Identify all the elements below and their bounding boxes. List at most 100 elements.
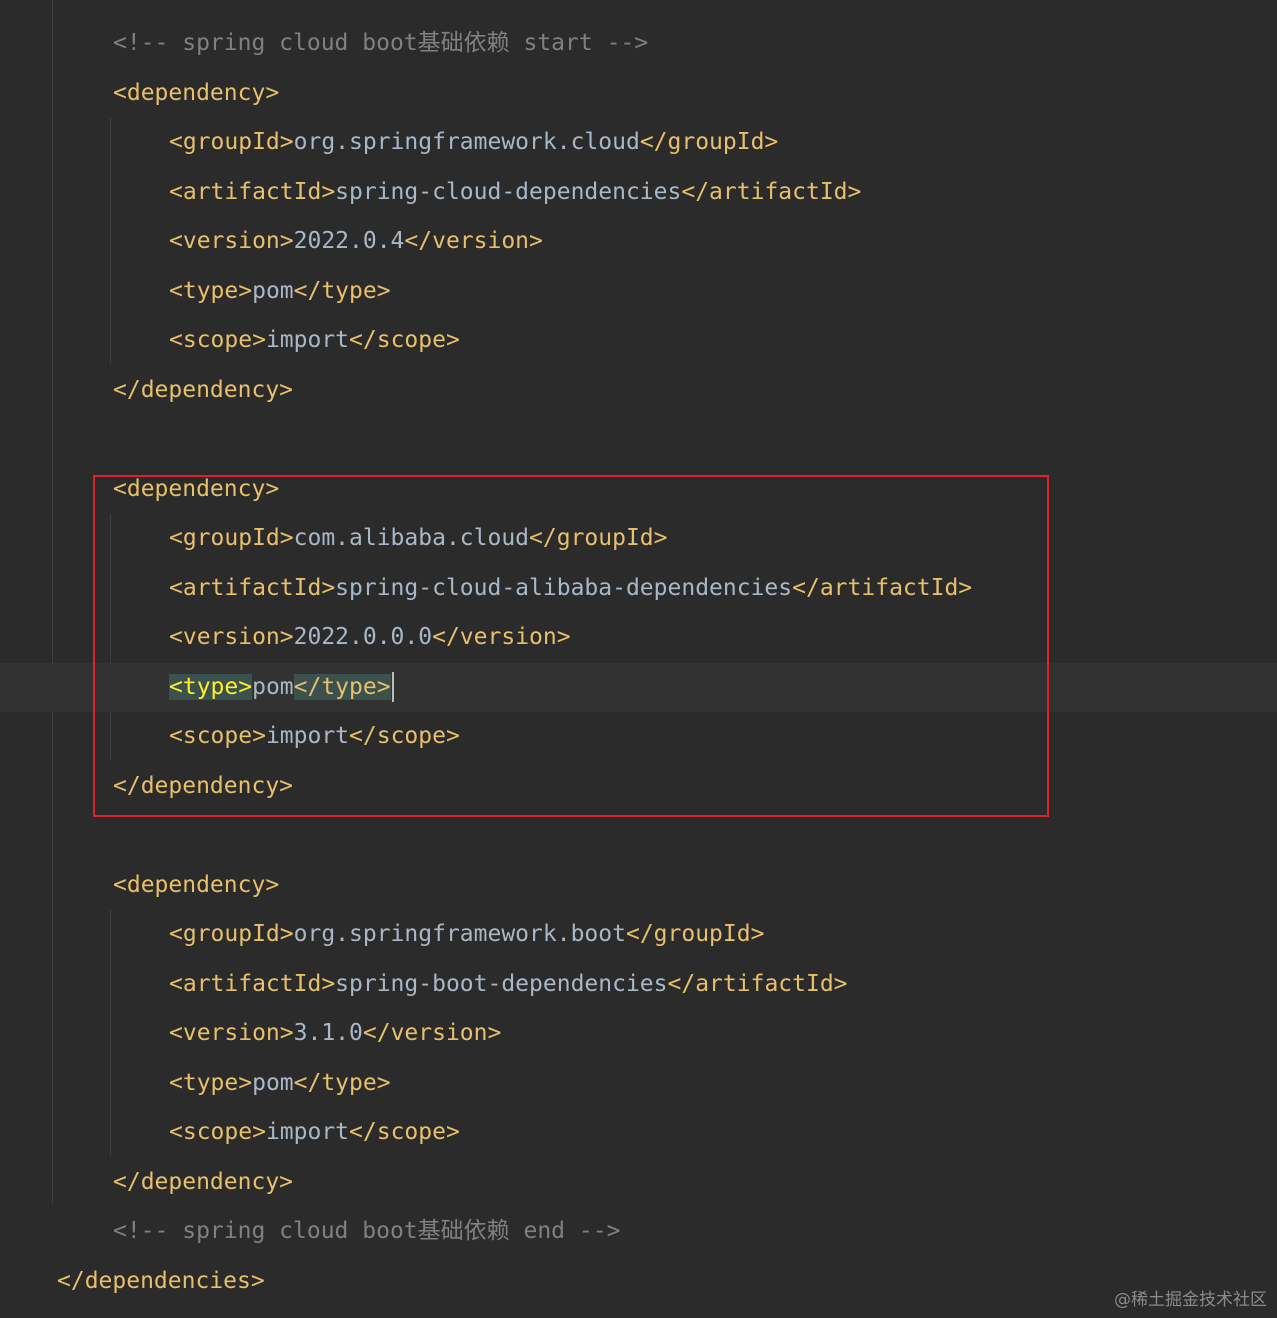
code-line-blank-1[interactable] [0,415,1277,465]
xml-value: import [265,327,350,353]
xml-tag: </groupId> [639,129,779,155]
xml-value: spring-boot-dependencies [335,970,668,997]
code-line-comment-start[interactable]: <!-- spring cloud boot基础依赖 start --> [0,19,1277,69]
code-text: <scope>import</scope> [169,712,460,762]
xml-tag: <groupId> [169,129,294,155]
code-line-dep1-version[interactable]: <version>2022.0.4</version> [0,217,1277,267]
xml-tag: <artifactId> [169,970,336,997]
code-line-dep2-open[interactable]: <dependency> [0,465,1277,515]
code-line-dep1-scope[interactable]: <scope>import</scope> [0,316,1277,366]
code-text: <!-- spring cloud boot基础依赖 end --> [113,1207,620,1257]
xml-value: pom [252,1069,294,1096]
xml-tag-matched: <type> [169,673,253,700]
xml-tag: </artifactId> [667,970,848,997]
code-text: </dependency> [113,1158,293,1208]
code-line-dependencies-close[interactable]: </dependencies> [0,1257,1277,1307]
code-line-dep1-groupId[interactable]: <groupId>org.springframework.cloud</grou… [0,118,1277,168]
xml-value: org.springframework.boot [293,921,626,947]
code-line-dep3-scope[interactable]: <scope>import</scope> [0,1108,1277,1158]
code-line-dep1-type[interactable]: <type>pom</type> [0,267,1277,317]
code-text: <!-- spring cloud boot基础依赖 start --> [113,19,648,69]
xml-tag: </scope> [349,1119,460,1145]
code-line-dep2-type[interactable]: <type>pom</type> [0,662,1277,713]
xml-tag: </groupId> [529,525,668,551]
code-text: <dependency> [113,69,279,119]
xml-tag: </scope> [349,723,460,749]
code-line-dep3-close[interactable]: </dependency> [0,1158,1277,1208]
code-text: <groupId>com.alibaba.cloud</groupId> [169,514,668,564]
code-line-dep1-close[interactable]: </dependency> [0,366,1277,416]
code-text: <dependency> [113,465,279,515]
xml-tag: <version> [169,228,294,254]
xml-tag: </version> [404,228,543,254]
xml-tag: </type> [293,277,391,304]
xml-value: pom [252,673,294,700]
xml-tag: </artifactId> [792,574,973,601]
code-text: <dependency> [113,861,279,911]
xml-tag: </artifactId> [681,178,862,205]
code-line-dep2-groupId[interactable]: <groupId>com.alibaba.cloud</groupId> [0,514,1277,564]
code-line-dep3-groupId[interactable]: <groupId>org.springframework.boot</group… [0,910,1277,960]
xml-tag: <version> [169,1020,294,1046]
xml-comment: <!-- spring cloud boot基础依赖 end --> [113,1218,621,1244]
xml-tag: <groupId> [169,525,294,551]
code-text: <scope>import</scope> [169,1108,460,1158]
xml-tag: </dependencies> [57,1267,265,1294]
code-line-dep2-version[interactable]: <version>2022.0.0.0</version> [0,613,1277,663]
xml-tag: <dependency> [113,871,280,898]
xml-tag: <scope> [169,1119,266,1145]
code-editor[interactable]: <!-- spring cloud boot基础依赖 start --> <dep… [0,0,1277,1318]
code-line-dep3-version[interactable]: <version>3.1.0</version> [0,1009,1277,1059]
code-text: <artifactId>spring-cloud-alibaba-depende… [169,564,972,614]
xml-tag-matched: </type> [293,673,391,700]
code-text: <groupId>org.springframework.boot</group… [169,910,764,960]
xml-tag: <scope> [169,327,266,353]
code-line-dep1-open[interactable]: <dependency> [0,69,1277,119]
code-text: <artifactId>spring-boot-dependencies</ar… [169,960,848,1010]
code-text: <artifactId>spring-cloud-dependencies</a… [169,168,861,218]
code-line-dep1-artifactId[interactable]: <artifactId>spring-cloud-dependencies</a… [0,168,1277,218]
code-text: <type>pom</type> [169,1059,391,1109]
code-text: <version>2022.0.0.0</version> [169,613,571,663]
code-text: <scope>import</scope> [169,316,460,366]
code-line-dep3-type[interactable]: <type>pom</type> [0,1059,1277,1109]
xml-value: org.springframework.cloud [293,129,640,155]
xml-tag: </dependency> [113,376,294,403]
xml-tag: </dependency> [113,1168,294,1195]
code-line-dep2-scope[interactable]: <scope>import</scope> [0,712,1277,762]
xml-comment: <!-- spring cloud boot基础依赖 start --> [113,30,649,56]
code-text: <type>pom</type> [169,663,394,713]
code-line-comment-end[interactable]: <!-- spring cloud boot基础依赖 end --> [0,1207,1277,1257]
code-text: </dependencies> [57,1257,265,1307]
code-line-dep3-open[interactable]: <dependency> [0,861,1277,911]
xml-tag: <dependency> [113,79,280,106]
xml-tag: <scope> [169,723,266,749]
code-text: <groupId>org.springframework.cloud</grou… [169,118,778,168]
xml-value: spring-cloud-alibaba-dependencies [335,574,793,601]
xml-tag: <dependency> [113,475,280,502]
code-text: </dependency> [113,762,293,812]
code-text: </dependency> [113,366,293,416]
code-text: <version>3.1.0</version> [169,1009,501,1059]
text-caret [391,672,394,702]
xml-tag: <artifactId> [169,574,336,601]
watermark: @稀土掘金技术社区 [1114,1290,1267,1310]
xml-value: spring-cloud-dependencies [335,178,682,205]
code-line-dep2-artifactId[interactable]: <artifactId>spring-cloud-alibaba-depende… [0,564,1277,614]
xml-value: import [265,723,350,749]
code-line-dep3-artifactId[interactable]: <artifactId>spring-boot-dependencies</ar… [0,960,1277,1010]
xml-tag: <groupId> [169,921,294,947]
xml-tag: </dependency> [113,772,294,799]
xml-tag: <type> [169,277,253,304]
xml-tag: </type> [293,1069,391,1096]
xml-value: 3.1.0 [293,1020,363,1046]
xml-value: pom [252,277,294,304]
xml-value: 2022.0.0.0 [293,624,433,650]
code-line-dep2-close[interactable]: </dependency> [0,762,1277,812]
xml-tag: <type> [169,1069,253,1096]
xml-tag: <version> [169,624,294,650]
xml-value: import [265,1119,350,1145]
code-line-blank-2[interactable] [0,811,1277,861]
xml-value: 2022.0.4 [293,228,405,254]
code-text: <type>pom</type> [169,267,391,317]
